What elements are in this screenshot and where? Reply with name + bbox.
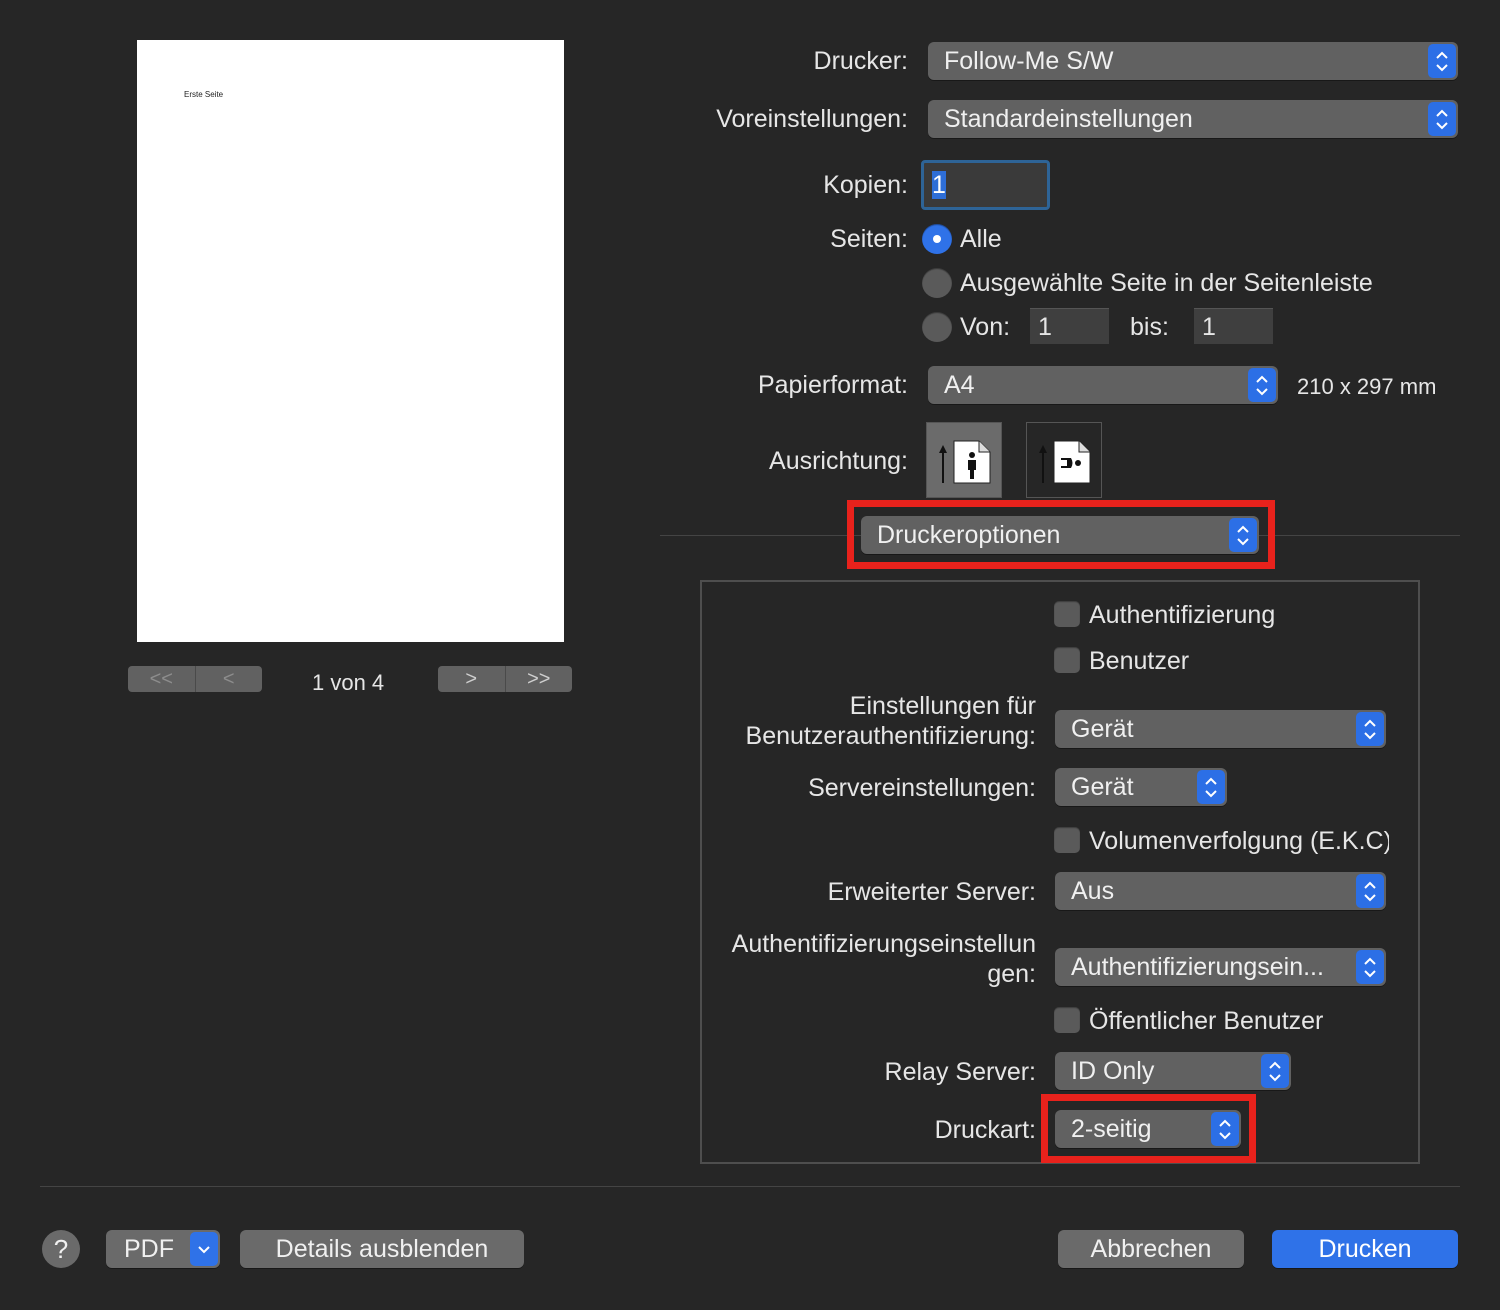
extended-server-value: Aus [1071,877,1115,905]
presets-popup[interactable]: Standardeinstellungen [928,100,1458,138]
authentication-checkbox[interactable] [1054,601,1080,627]
auth-settings-label-line2: gen: [987,960,1036,988]
pages-range-radio[interactable] [922,312,952,342]
paper-size-text: 210 x 297 mm [1297,374,1437,399]
last-page-button[interactable]: >> [504,666,573,692]
first-page-button[interactable]: << [128,666,195,692]
copies-value: 1 [932,171,946,199]
preview-nav-forward-group: > >> [438,666,572,692]
up-down-chevron-icon [1428,44,1456,78]
auth-settings-value: Authentifizierungsein... [1071,953,1324,981]
footer-separator [40,1186,1460,1187]
user-label: Benutzer [1089,647,1190,675]
volume-tracking-checkbox[interactable] [1054,827,1080,853]
pages-from-label: Von: [960,313,1011,341]
up-down-chevron-icon [1197,770,1225,804]
print-type-label: Druckart: [934,1116,1036,1144]
landscape-icon [1039,440,1091,484]
public-user-checkbox[interactable] [1054,1007,1080,1033]
server-settings-value: Gerät [1071,773,1134,801]
server-settings-popup[interactable]: Gerät [1055,768,1227,806]
extended-server-label: Erweiterter Server: [827,878,1036,906]
pdf-label: PDF [124,1235,174,1263]
presets-label: Voreinstellungen: [716,105,908,133]
user-auth-value: Gerät [1071,715,1134,743]
pages-all-label: Alle [960,225,1002,253]
chevron-left-icon: < [222,667,235,690]
page-preview: Erste Seite [137,40,564,642]
chevron-down-icon [190,1232,218,1266]
pages-selected-radio[interactable] [922,268,952,298]
auth-settings-label-line1: Authentifizierungseinstellun [731,930,1036,958]
pages-all-radio[interactable] [922,224,952,254]
paper-popup[interactable]: A4 [928,366,1278,404]
portrait-icon [939,440,991,484]
pdf-menu-button[interactable]: PDF [106,1230,220,1268]
section-popup-highlight [847,500,1275,569]
printer-popup[interactable]: Follow-Me S/W [928,42,1458,80]
paper-value: A4 [944,371,975,399]
orientation-label: Ausrichtung: [769,447,908,475]
relay-server-label: Relay Server: [884,1058,1036,1086]
preview-page-text: Erste Seite [184,90,224,99]
help-button[interactable]: ? [42,1230,80,1268]
user-auth-popup[interactable]: Gerät [1055,710,1386,748]
cancel-button[interactable]: Abbrechen [1058,1230,1244,1268]
up-down-chevron-icon [1248,368,1276,402]
printer-label: Drucker: [813,47,908,75]
up-down-chevron-icon [1428,102,1456,136]
copies-label: Kopien: [823,171,908,199]
server-settings-label: Servereinstellungen: [808,774,1036,802]
double-chevron-left-icon: << [149,667,173,690]
user-auth-label-line2: Benutzerauthentifizierung: [745,722,1036,750]
user-checkbox[interactable] [1054,647,1080,673]
auth-settings-popup[interactable]: Authentifizierungsein... [1055,948,1386,986]
chevron-right-icon: > [465,667,478,690]
presets-value: Standardeinstellungen [944,105,1193,133]
paper-label: Papierformat: [757,371,908,399]
pages-label: Seiten: [830,225,908,253]
up-down-chevron-icon [1356,712,1384,746]
volume-tracking-label: Volumenverfolgung (E.K.C) [1089,827,1389,855]
up-down-chevron-icon [1356,950,1384,984]
printer-value: Follow-Me S/W [944,47,1114,75]
pages-from-input[interactable]: 1 [1030,308,1109,344]
public-user-label: Öffentlicher Benutzer [1089,1007,1324,1035]
copies-input[interactable]: 1 [921,160,1050,210]
question-mark-icon: ? [53,1234,69,1264]
double-chevron-right-icon: >> [527,667,551,690]
up-down-chevron-icon [1261,1054,1289,1088]
portrait-orientation-button[interactable] [926,422,1002,498]
pages-to-label: bis: [1130,313,1169,341]
pages-to-input[interactable]: 1 [1194,308,1273,344]
pages-selected-label: Ausgewählte Seite in der Seitenleiste [960,269,1373,297]
next-page-button[interactable]: > [438,666,505,692]
previous-page-button[interactable]: < [194,666,263,692]
print-button[interactable]: Drucken [1272,1230,1458,1268]
authentication-label: Authentifizierung [1089,601,1276,629]
relay-server-value: ID Only [1071,1057,1155,1085]
hide-details-button[interactable]: Details ausblenden [240,1230,524,1268]
extended-server-popup[interactable]: Aus [1055,872,1386,910]
relay-server-popup[interactable]: ID Only [1055,1052,1291,1090]
preview-nav-back-group: << < [128,666,262,692]
up-down-chevron-icon [1356,874,1384,908]
user-auth-label-line1: Einstellungen für [849,692,1036,720]
page-indicator: 1 von 4 [312,670,385,695]
print-type-highlight [1041,1094,1256,1163]
landscape-orientation-button[interactable] [1026,422,1102,498]
